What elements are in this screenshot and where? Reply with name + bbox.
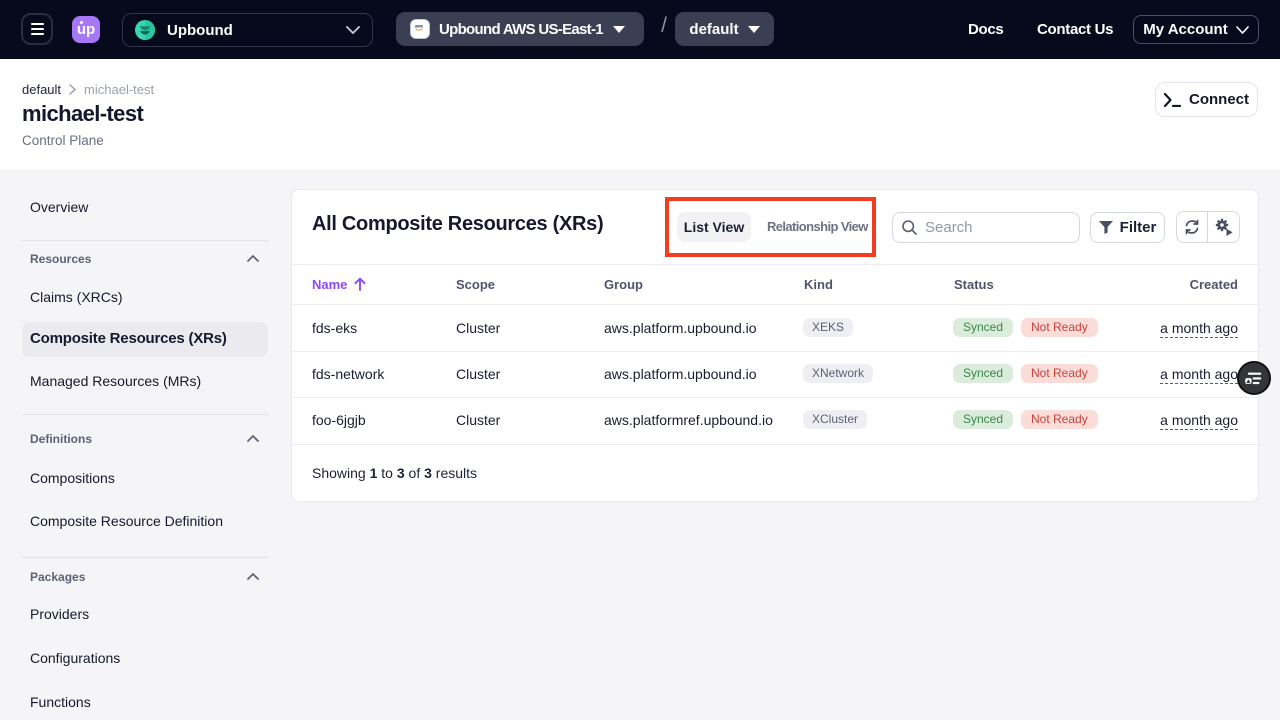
svg-text:aws: aws: [415, 24, 424, 29]
